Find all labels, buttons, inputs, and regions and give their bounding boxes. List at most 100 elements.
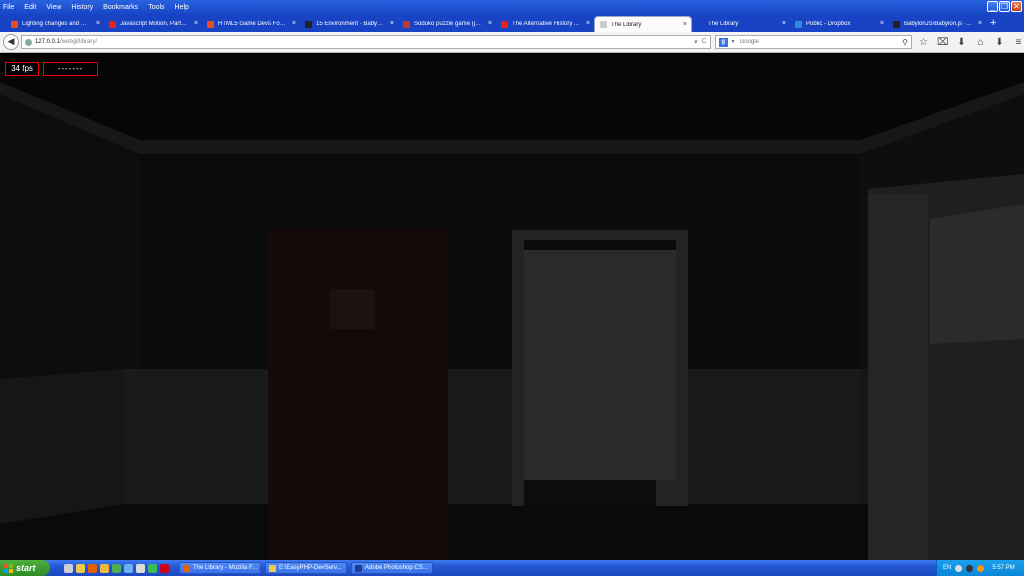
browser-icon[interactable] <box>112 563 121 573</box>
search-box[interactable]: g ▼ ⚲ <box>714 35 912 49</box>
tab-label: Soduko puzzle game (ja... <box>414 21 482 27</box>
tab-close-icon[interactable]: × <box>782 20 786 27</box>
menu-tools[interactable]: Tools <box>148 4 164 11</box>
url-path: /webgl/library/ <box>59 39 97 45</box>
history-dropdown-icon[interactable]: ▾ <box>694 38 698 46</box>
browser-tab[interactable]: BabylonJS/Babylon.js · ... × <box>888 16 986 32</box>
tab-close-icon[interactable]: × <box>292 20 296 27</box>
chrome-icon[interactable] <box>148 563 157 573</box>
browser-tab[interactable]: HTML5 Game Devs Forum × <box>202 16 300 32</box>
url-text[interactable]: 127.0.0.1/webgl/library/ <box>35 39 97 45</box>
clipboard-icon[interactable]: ⌧ <box>937 37 949 48</box>
restore-button[interactable]: ❐ <box>999 1 1010 12</box>
back-wall <box>140 144 860 379</box>
menu-history[interactable]: History <box>71 4 93 11</box>
tab-close-icon[interactable]: × <box>390 20 394 27</box>
taskbar-task[interactable]: Adobe Photoshop CS... <box>351 562 433 574</box>
system-tray: EN 5:57 PM <box>936 560 1024 576</box>
browser-tab[interactable]: Lighting changes and Ble... × <box>6 16 104 32</box>
tab-close-icon[interactable]: × <box>194 20 198 27</box>
status-readout: ------- <box>43 62 98 76</box>
search-icon[interactable]: ⚲ <box>902 38 908 47</box>
tab-label: The Library <box>708 21 739 27</box>
start-button[interactable]: start <box>0 560 50 576</box>
tab-close-icon[interactable]: × <box>586 20 590 27</box>
close-window-button[interactable]: ✕ <box>1011 1 1022 12</box>
menu-edit[interactable]: Edit <box>24 4 36 11</box>
menu-view[interactable]: View <box>46 4 61 11</box>
task-label: Adobe Photoshop CS... <box>365 565 428 571</box>
new-tab-button[interactable]: + <box>990 16 996 32</box>
taskbar: start The Library - Mozilla F... E:\EasyP… <box>0 560 1024 576</box>
menu-help[interactable]: Help <box>175 4 189 11</box>
start-label: start <box>16 563 36 573</box>
doorway-floor-gap <box>524 480 656 506</box>
taskbar-task[interactable]: E:\EasyPHP-DevServ... <box>265 562 347 574</box>
tab-label: 15 Environment · Babylo... <box>316 21 384 27</box>
navigation-bar: ◀ 127.0.0.1/webgl/library/ ▾ C g ▼ ⚲ ☆ ⌧… <box>0 32 1024 53</box>
save-icon[interactable]: ⬇ <box>994 37 1005 48</box>
window-titlebar: File Edit View History Bookmarks Tools H… <box>0 0 1024 14</box>
page-icon <box>600 21 607 28</box>
search-input[interactable] <box>739 39 890 45</box>
tab-label: The Alternative History ... <box>512 21 580 27</box>
explorer-icon[interactable] <box>76 563 85 573</box>
tab-close-icon[interactable]: × <box>880 20 884 27</box>
hamburger-menu-icon[interactable]: ≡ <box>1013 37 1024 48</box>
network-icon[interactable] <box>955 564 963 572</box>
wainscot-left <box>0 369 125 524</box>
tab-close-icon[interactable]: × <box>488 20 492 27</box>
google-icon[interactable]: g <box>718 37 728 47</box>
app-icon <box>355 564 362 572</box>
url-bar[interactable]: 127.0.0.1/webgl/library/ ▾ C <box>20 35 711 49</box>
browser-tab[interactable]: Javascript Motion, Partic... × <box>104 16 202 32</box>
app-icon <box>183 564 190 572</box>
puzzle-icon <box>403 20 410 28</box>
taskbar-task[interactable]: The Library - Mozilla F... <box>179 562 261 574</box>
browser-tab[interactable]: The Alternative History ... × <box>496 16 594 32</box>
menu-file[interactable]: File <box>3 4 14 11</box>
bookshelf-detail <box>330 289 375 329</box>
task-list: The Library - Mozilla F... E:\EasyPHP-Dev… <box>179 562 433 574</box>
tab-label: Javascript Motion, Partic... <box>120 21 188 27</box>
tab-strip: Lighting changes and Ble... × Javascript M… <box>0 14 1024 32</box>
ie-icon[interactable] <box>124 563 133 573</box>
folder-icon[interactable] <box>100 563 109 573</box>
browser-tab[interactable]: The Library × <box>692 16 790 32</box>
tab-label: The Library <box>611 21 642 28</box>
browser-tab[interactable]: Public - Dropbox × <box>790 16 888 32</box>
reload-icon[interactable]: C <box>702 38 707 46</box>
home-icon[interactable]: ⌂ <box>975 37 986 48</box>
firefox-icon[interactable] <box>88 563 97 573</box>
browser-tab[interactable]: Soduko puzzle game (ja... × <box>398 16 496 32</box>
volume-icon[interactable] <box>977 564 985 572</box>
tab-label: Public - Dropbox <box>806 21 851 27</box>
back-button[interactable]: ◀ <box>3 34 19 50</box>
page-icon <box>697 20 704 28</box>
monitor-icon[interactable] <box>966 564 974 572</box>
url-actions: ▾ C <box>694 38 707 46</box>
app-icon[interactable] <box>136 563 145 573</box>
bookmark-star-icon[interactable]: ☆ <box>918 37 929 48</box>
menu-bookmarks[interactable]: Bookmarks <box>103 4 138 11</box>
minimize-button[interactable]: _ <box>987 1 998 12</box>
open-door-edge <box>868 194 928 560</box>
desktop-icon[interactable] <box>64 563 73 573</box>
youtube-icon <box>109 20 116 28</box>
bookshelf-block <box>268 229 448 560</box>
fps-counter: 34 fps <box>5 62 39 76</box>
tab-label: Lighting changes and Ble... <box>22 21 90 27</box>
tab-close-icon[interactable]: × <box>978 20 982 27</box>
tab-close-icon[interactable]: × <box>683 21 687 28</box>
window-controls: _ ❐ ✕ <box>987 1 1022 12</box>
browser-tab[interactable]: The Library × <box>594 16 692 32</box>
opera-icon[interactable] <box>160 563 169 573</box>
clock: 5:57 PM <box>992 565 1015 571</box>
chevron-down-icon[interactable]: ▼ <box>731 39 736 45</box>
webgl-canvas[interactable]: 34 fps ------- <box>0 54 1024 560</box>
language-indicator[interactable]: EN <box>943 565 951 571</box>
quick-launch <box>64 563 169 573</box>
tab-close-icon[interactable]: × <box>96 20 100 27</box>
download-icon[interactable]: ⬇ <box>956 37 967 48</box>
browser-tab[interactable]: 15 Environment · Babylo... × <box>300 16 398 32</box>
